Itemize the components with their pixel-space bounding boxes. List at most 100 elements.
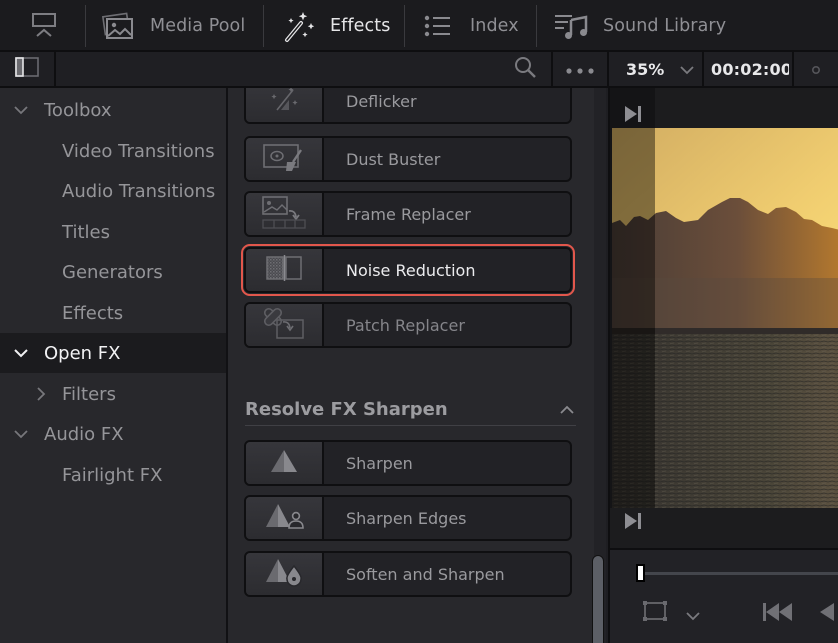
search-button[interactable] xyxy=(500,52,550,86)
effect-name: Dust Buster xyxy=(346,149,441,169)
workspace-monitor-icon xyxy=(28,10,60,42)
sidebar-item-open-fx[interactable]: Open FX xyxy=(0,333,226,373)
more-options-button[interactable] xyxy=(553,52,607,86)
icon-cell xyxy=(246,249,324,291)
secondary-toolbar: 35% 00:02:00 xyxy=(0,52,838,88)
panel-toggle-icon xyxy=(14,56,40,82)
sidebar-item-label: Open FX xyxy=(44,342,121,364)
sidebar-item-label: Fairlight FX xyxy=(62,464,163,486)
effects-sidebar: Toolbox Video Transitions Audio Transiti… xyxy=(0,88,226,643)
top-nav-bar: Media Pool Effects Index Sound Library xyxy=(0,0,838,52)
magic-wand-icon xyxy=(282,9,316,43)
sidebar-item-label: Generators xyxy=(62,261,163,283)
deflicker-icon xyxy=(267,88,301,118)
effects-list: Deflicker Dust Buster Frame Replacer Noi… xyxy=(228,88,606,643)
list-icon xyxy=(424,14,452,38)
chevron-down-icon xyxy=(13,102,29,118)
icon-cell xyxy=(246,442,324,484)
go-to-end-icon[interactable] xyxy=(624,512,642,534)
zoom-level: 35% xyxy=(626,59,665,79)
sidebar-item-label: Audio Transitions xyxy=(62,180,216,202)
icon-cell xyxy=(246,553,324,595)
effect-item-dust-buster[interactable]: Dust Buster xyxy=(244,136,572,182)
icon-cell xyxy=(246,138,324,180)
music-library-icon xyxy=(555,12,589,40)
timecode-value: 00:02:00 xyxy=(711,59,789,79)
separator xyxy=(536,5,537,47)
playhead[interactable] xyxy=(636,564,645,582)
viewer-panel xyxy=(608,88,838,643)
sidebar-item-toolbox[interactable]: Toolbox xyxy=(0,90,226,130)
play-reverse-icon[interactable] xyxy=(818,602,838,626)
timecode-display[interactable]: 00:02:00 xyxy=(704,52,792,86)
effect-item-patch-replacer[interactable]: Patch Replacer xyxy=(244,302,572,348)
effect-item-sharpen[interactable]: Sharpen xyxy=(244,440,572,486)
nav-index[interactable]: Index xyxy=(424,0,519,52)
media-pool-icon xyxy=(102,11,134,41)
separator xyxy=(404,5,405,47)
chevron-down-icon xyxy=(13,345,29,361)
nav-sound-library[interactable]: Sound Library xyxy=(555,0,726,52)
sidebar-item-label: Effects xyxy=(62,302,124,324)
transport-controls xyxy=(610,548,838,643)
sidebar-item-audio-fx[interactable]: Audio FX xyxy=(0,414,226,454)
viewer-bottom-bar xyxy=(610,508,838,548)
sidebar-item-filters[interactable]: Filters xyxy=(0,374,226,414)
effect-item-frame-replacer[interactable]: Frame Replacer xyxy=(244,191,572,237)
sidebar-item-label: Filters xyxy=(62,383,116,405)
chevron-down-icon xyxy=(13,426,29,442)
zoom-dropdown[interactable]: 35% xyxy=(609,52,701,86)
sidebar-item-video-transitions[interactable]: Video Transitions xyxy=(0,131,226,171)
nav-label: Media Pool xyxy=(150,16,246,36)
sidebar-item-audio-transitions[interactable]: Audio Transitions xyxy=(0,171,226,211)
effect-item-deflicker[interactable]: Deflicker xyxy=(244,88,572,124)
separator xyxy=(263,5,264,47)
sidebar-item-effects[interactable]: Effects xyxy=(0,293,226,333)
chevron-down-icon[interactable] xyxy=(686,606,700,625)
effect-name: Patch Replacer xyxy=(346,315,465,335)
sidebar-item-generators[interactable]: Generators xyxy=(0,252,226,292)
panel-toggle-button[interactable] xyxy=(0,52,54,86)
scrollbar-thumb[interactable] xyxy=(592,555,604,643)
transform-box-icon[interactable] xyxy=(642,600,668,626)
noise-reduction-icon xyxy=(264,253,304,287)
go-to-end-icon[interactable] xyxy=(624,105,642,127)
video-preview[interactable] xyxy=(612,128,838,508)
sidebar-item-label: Audio FX xyxy=(44,423,124,445)
section-header-resolve-fx-sharpen[interactable]: Resolve FX Sharpen xyxy=(245,394,576,426)
sidebar-item-fairlight-fx[interactable]: Fairlight FX xyxy=(0,455,226,495)
nav-media-pool[interactable]: Media Pool xyxy=(102,0,245,52)
effect-name: Noise Reduction xyxy=(346,260,476,280)
search-icon xyxy=(513,55,537,83)
viewer-options-button[interactable] xyxy=(794,52,838,86)
sidebar-item-label: Toolbox xyxy=(44,99,112,121)
patch-replacer-icon xyxy=(261,306,307,344)
more-dots-icon xyxy=(565,60,595,79)
frame-replacer-icon xyxy=(260,194,308,234)
effect-item-noise-reduction[interactable]: Noise Reduction xyxy=(241,244,575,296)
sidebar-item-titles[interactable]: Titles xyxy=(0,212,226,252)
sharpen-icon xyxy=(269,448,299,478)
sidebar-item-label: Titles xyxy=(62,221,110,243)
skip-back-icon[interactable] xyxy=(762,602,794,626)
icon-cell xyxy=(246,193,324,235)
chevron-right-icon xyxy=(33,386,49,402)
effect-name: Soften and Sharpen xyxy=(346,564,505,584)
dust-buster-icon xyxy=(261,140,307,178)
sharpen-edges-icon xyxy=(264,502,304,534)
icon-cell xyxy=(246,88,324,122)
timeline-scrubber[interactable] xyxy=(642,572,838,575)
icon-cell xyxy=(246,497,324,539)
nav-label: Effects xyxy=(330,16,391,36)
nav-label: Sound Library xyxy=(603,16,727,36)
separator xyxy=(54,52,56,86)
chevron-up-icon[interactable] xyxy=(560,400,574,419)
icon-cell xyxy=(246,304,324,346)
record-dot-icon xyxy=(811,60,821,79)
sidebar-item-label: Video Transitions xyxy=(62,140,215,162)
effect-item-sharpen-edges[interactable]: Sharpen Edges xyxy=(244,495,572,541)
nav-effects[interactable]: Effects xyxy=(282,0,390,52)
nav-label: Index xyxy=(470,16,519,36)
workspace-button[interactable] xyxy=(28,0,60,52)
effect-item-soften-and-sharpen[interactable]: Soften and Sharpen xyxy=(244,551,572,597)
